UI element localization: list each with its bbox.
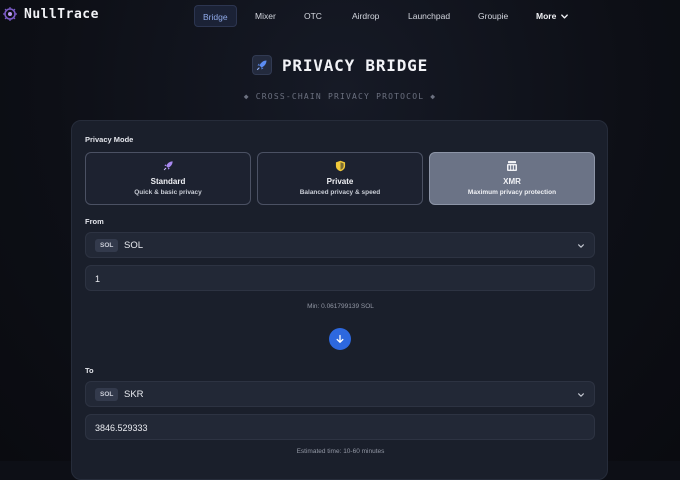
chain-badge: SOL: [95, 239, 118, 252]
shield-icon: [335, 160, 346, 172]
from-label: From: [85, 217, 104, 226]
nav-item-otc[interactable]: OTC: [296, 5, 330, 27]
page-title: PRIVACY BRIDGE: [282, 56, 428, 75]
chain-badge: SOL: [95, 388, 118, 401]
bridge-title-icon: [252, 55, 272, 75]
bridge-form-card: Privacy Mode Standard Quick & basic priv…: [71, 120, 608, 480]
chevron-down-icon: [577, 242, 585, 250]
rocket-icon: [163, 160, 174, 171]
token-name: SOL: [124, 240, 143, 251]
top-nav: NullTrace Bridge Mixer OTC Airdrop Launc…: [0, 0, 680, 32]
mode-title: Standard: [86, 177, 250, 186]
mode-description: Balanced privacy & speed: [258, 189, 422, 196]
vault-icon: [506, 160, 518, 172]
mode-title: Private: [258, 177, 422, 186]
nav-item-airdrop[interactable]: Airdrop: [344, 5, 387, 27]
mode-description: Quick & basic privacy: [86, 189, 250, 196]
minimum-amount-note: Min: 0.061799139 SOL: [72, 303, 609, 310]
chevron-down-icon: [560, 12, 569, 21]
from-amount-input[interactable]: 1: [85, 265, 595, 291]
nav-more-label: More: [536, 5, 556, 27]
from-token-select[interactable]: SOL SOL: [85, 232, 595, 258]
to-amount-output[interactable]: 3846.529333: [85, 414, 595, 440]
mode-option-standard[interactable]: Standard Quick & basic privacy: [85, 152, 251, 205]
chevron-down-icon: [577, 391, 585, 399]
nav-item-groupie[interactable]: Groupie: [470, 5, 516, 27]
privacy-mode-label: Privacy Mode: [85, 135, 133, 144]
mode-icon-wrap: [86, 160, 250, 171]
logo-icon: [2, 6, 18, 22]
mode-title: XMR: [430, 177, 594, 186]
to-token-select[interactable]: SOL SKR: [85, 381, 595, 407]
mode-option-xmr[interactable]: XMR Maximum privacy protection: [429, 152, 595, 205]
nav-more-menu[interactable]: More: [528, 5, 577, 27]
page-header: PRIVACY BRIDGE: [0, 55, 680, 75]
nav-item-mixer[interactable]: Mixer: [247, 5, 284, 27]
brand-name: NullTrace: [24, 7, 99, 22]
token-name: SKR: [124, 389, 144, 400]
mode-icon-wrap: [430, 160, 594, 172]
to-amount-value: 3846.529333: [95, 423, 148, 433]
page-subtitle: ◆ CROSS-CHAIN PRIVACY PROTOCOL ◆: [0, 92, 680, 101]
nav-item-launchpad[interactable]: Launchpad: [400, 5, 458, 27]
swap-direction-button[interactable]: [329, 328, 351, 350]
mode-description: Maximum privacy protection: [430, 189, 594, 196]
estimated-time-note: Estimated time: 10-60 minutes: [72, 448, 609, 455]
rocket-icon: [256, 59, 268, 71]
brand-logo[interactable]: NullTrace: [2, 6, 99, 22]
mode-icon-wrap: [258, 160, 422, 172]
arrow-down-icon: [335, 334, 345, 344]
to-label: To: [85, 366, 94, 375]
from-amount-value: 1: [95, 274, 100, 284]
mode-option-private[interactable]: Private Balanced privacy & speed: [257, 152, 423, 205]
nav-item-bridge[interactable]: Bridge: [194, 5, 237, 27]
